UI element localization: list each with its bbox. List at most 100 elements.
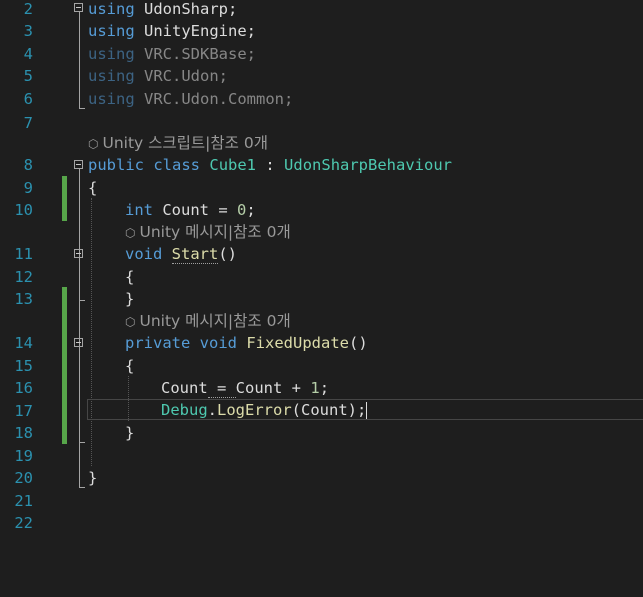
brace: {: [88, 179, 98, 197]
line-number: 13: [14, 290, 33, 308]
change-indicator: [62, 176, 67, 221]
line-number: 11: [14, 245, 33, 263]
cube-icon: ⬡: [125, 226, 136, 240]
code-line[interactable]: public class Cube1 : UdonSharpBehaviour: [88, 154, 452, 176]
namespace: VRC.Udon;: [144, 67, 229, 85]
line-number: 7: [23, 114, 33, 132]
brace: }: [88, 469, 98, 487]
code-line[interactable]: using VRC.Udon.Common;: [88, 88, 293, 110]
change-indicator: [62, 287, 67, 332]
code-line[interactable]: using UnityEngine;: [88, 20, 256, 42]
fold-guide: [79, 12, 80, 108]
brace: }: [125, 290, 135, 308]
class-name: Debug: [161, 401, 208, 419]
fold-guide-end: [79, 442, 85, 443]
line-number: 6: [23, 90, 33, 108]
keyword: void: [125, 245, 163, 263]
fold-guide-end: [79, 108, 85, 109]
codelens-text: Unity 메시지|참조 0개: [139, 223, 291, 241]
line-number: 16: [14, 379, 33, 397]
keyword: private: [125, 334, 191, 352]
line-number: 3: [23, 22, 33, 40]
fold-guide-end: [79, 487, 85, 488]
line-number: 5: [23, 67, 33, 85]
line-number: 9: [23, 179, 33, 197]
line-number: 19: [14, 447, 33, 465]
line-number: 10: [14, 201, 33, 219]
code-line[interactable]: }: [88, 467, 97, 489]
cube-icon: ⬡: [88, 137, 99, 151]
indent-guide: [91, 198, 92, 466]
identifier: Count: [235, 379, 283, 397]
line-number: 18: [14, 424, 33, 442]
codelens-text: Unity 메시지|참조 0개: [139, 312, 291, 330]
namespace: VRC.Udon.Common;: [144, 90, 294, 108]
codelens-references[interactable]: ⬡ Unity 메시지|참조 0개: [125, 310, 291, 332]
text-caret: [366, 402, 368, 419]
field-decl: Count =: [153, 201, 237, 219]
code-line[interactable]: private void FixedUpdate(): [125, 332, 368, 354]
code-line[interactable]: {: [88, 177, 97, 199]
keyword: using: [88, 0, 135, 18]
brace: }: [125, 424, 135, 442]
code-line[interactable]: {: [125, 355, 134, 377]
number: 0: [237, 201, 247, 219]
namespace: UnityEngine;: [144, 22, 256, 40]
code-line[interactable]: int Count = 0;: [125, 199, 256, 221]
code-line[interactable]: Debug.LogError(Count);: [161, 399, 368, 421]
punctuation: ;: [246, 201, 256, 219]
collapse-icon[interactable]: [74, 160, 83, 169]
arguments: (Count);: [291, 401, 367, 419]
code-line[interactable]: using VRC.SDKBase;: [88, 43, 256, 65]
line-number: 8: [23, 156, 33, 174]
line-number: 22: [14, 514, 33, 532]
method-name: FixedUpdate: [246, 334, 349, 352]
fold-guide: [79, 258, 80, 300]
punctuation: (): [349, 334, 368, 352]
code-line[interactable]: }: [125, 422, 134, 444]
keyword: int: [125, 201, 153, 219]
line-number: 21: [14, 492, 33, 510]
punctuation: :: [256, 156, 285, 174]
number: 1: [310, 379, 320, 397]
operator: =: [207, 379, 236, 398]
keyword: void: [199, 334, 237, 352]
keyword: class: [153, 156, 201, 174]
method-name: Start: [171, 245, 219, 264]
code-line[interactable]: }: [125, 288, 134, 310]
collapse-icon[interactable]: [74, 3, 83, 12]
punctuation: .: [207, 401, 218, 419]
class-name: Cube1: [209, 156, 257, 174]
line-number: 2: [23, 0, 33, 18]
change-indicator: [62, 332, 67, 444]
line-number: 17: [14, 402, 33, 420]
punctuation: ;: [319, 379, 330, 397]
code-line[interactable]: using VRC.Udon;: [88, 65, 228, 87]
base-class: UdonSharpBehaviour: [284, 156, 453, 174]
line-number: 4: [23, 45, 33, 63]
line-number: 15: [14, 357, 33, 375]
punctuation: (): [218, 245, 238, 263]
collapse-icon[interactable]: [74, 249, 83, 258]
code-line[interactable]: Count = Count + 1;: [161, 377, 329, 399]
keyword: using: [88, 45, 135, 63]
collapse-icon[interactable]: [74, 338, 83, 347]
keyword: using: [88, 22, 135, 40]
codelens-references[interactable]: ⬡ Unity 스크립트|참조 0개: [88, 132, 268, 154]
method-name: LogError: [217, 401, 292, 419]
line-number: 14: [14, 334, 33, 352]
identifier: Count: [161, 379, 208, 397]
line-number: 20: [14, 469, 33, 487]
codelens-references[interactable]: ⬡ Unity 메시지|참조 0개: [125, 221, 291, 243]
fold-guide-end: [79, 300, 85, 301]
brace: {: [125, 357, 135, 375]
keyword: using: [88, 67, 135, 85]
code-line[interactable]: void Start(): [125, 243, 237, 265]
codelens-text: Unity 스크립트|참조 0개: [102, 134, 268, 152]
keyword: public: [88, 156, 144, 174]
keyword: using: [88, 90, 135, 108]
code-line[interactable]: {: [125, 266, 134, 288]
cube-icon: ⬡: [125, 315, 136, 329]
line-number: 12: [14, 268, 33, 286]
code-line[interactable]: using UdonSharp;: [88, 0, 237, 20]
